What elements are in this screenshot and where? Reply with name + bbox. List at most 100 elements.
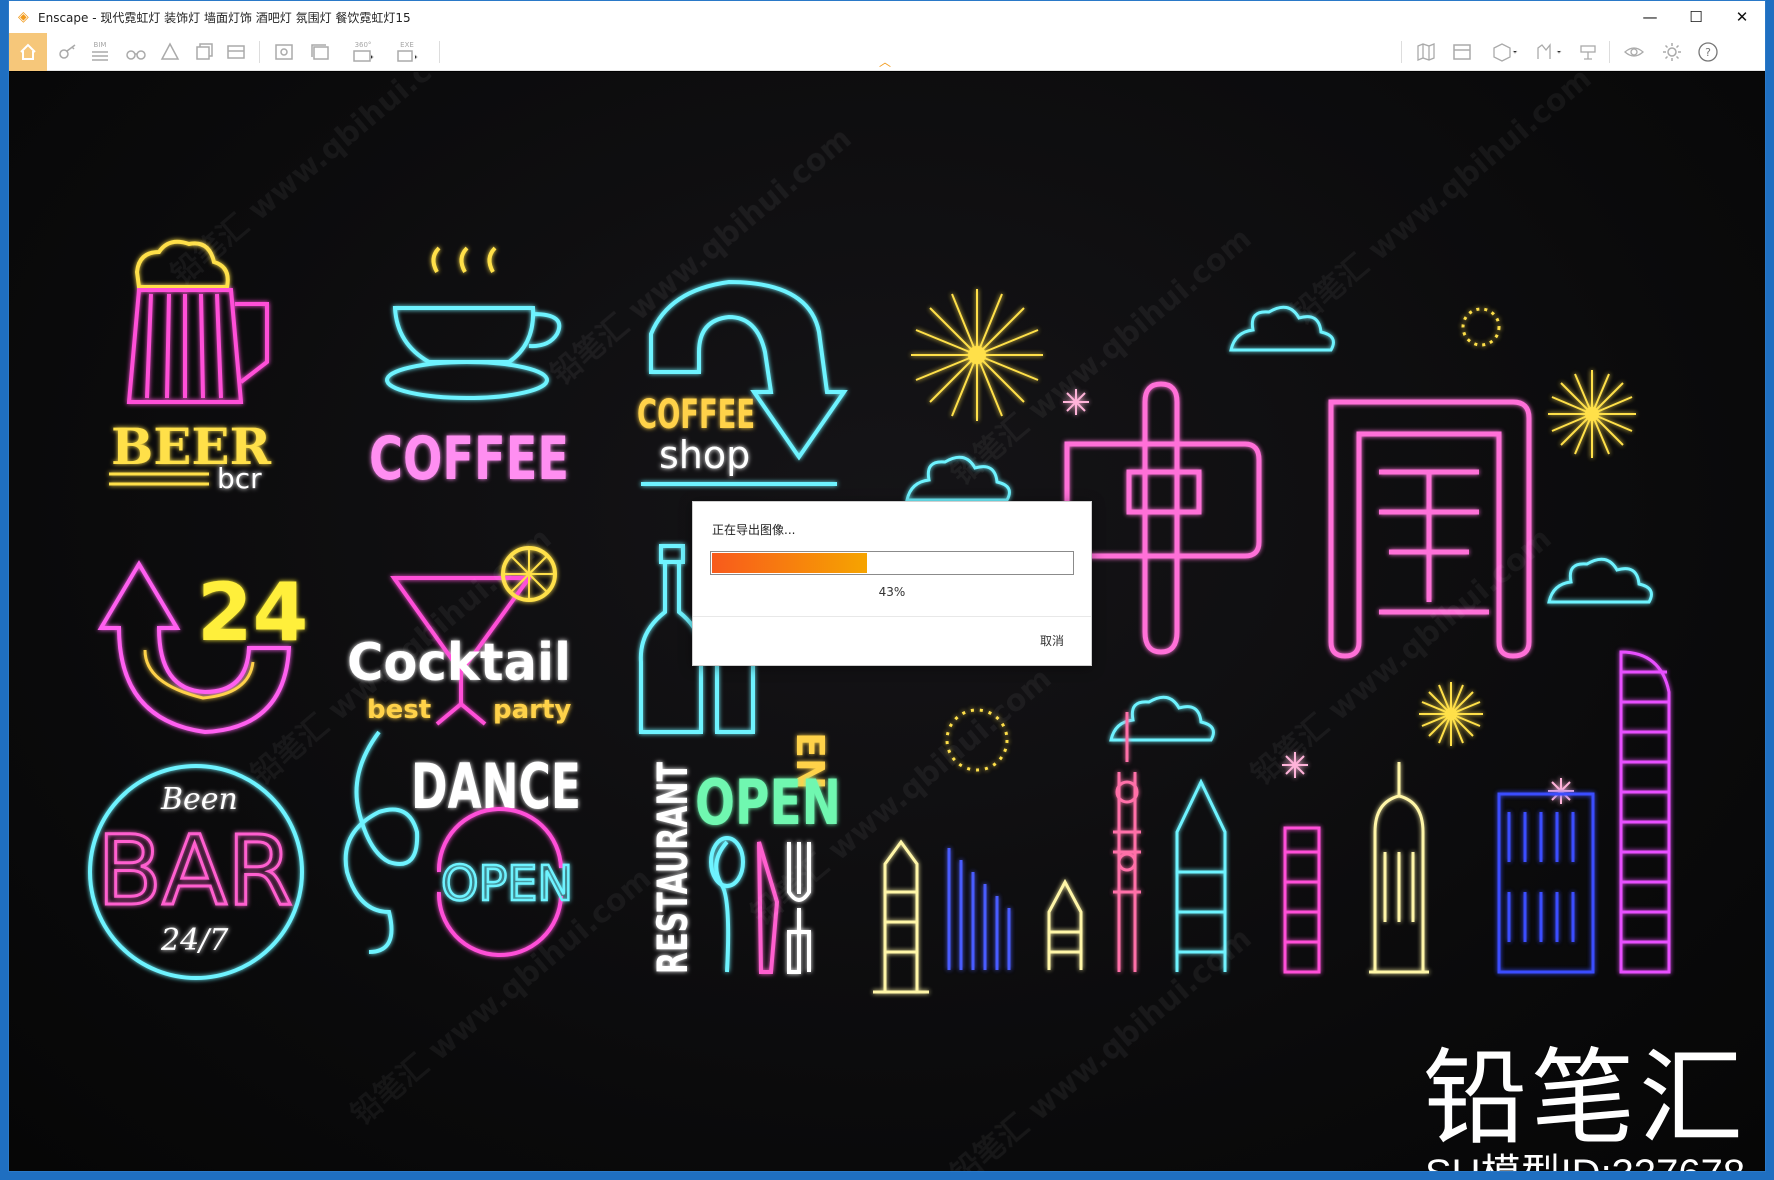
map-icon (1417, 43, 1435, 61)
restaurant-open-text: OPEN (695, 766, 841, 839)
beer-underline (109, 472, 209, 486)
coffee-sign: COFFEE (369, 246, 569, 494)
coffee-shop-sub: shop (659, 433, 750, 477)
coffee-shop-title: COFFEE (637, 392, 755, 438)
firework-right (1548, 370, 1636, 458)
toolbar-separator (259, 41, 260, 63)
blue-grid-building (1497, 792, 1595, 974)
panorama-label: 360° (354, 41, 372, 49)
render-image-icon (275, 44, 293, 60)
cloud-3 (1547, 557, 1653, 604)
bottle-2 (715, 662, 755, 734)
window-title: Enscape - 现代霓虹灯 装饰灯 墙面灯饰 酒吧灯 氛围灯 餐饮霓虹灯15 (38, 10, 411, 25)
saucer (385, 360, 549, 400)
zhong-stroke (1142, 381, 1180, 655)
dance-text: DANCE (411, 750, 581, 823)
toolbar-separator (1609, 41, 1610, 63)
hours-sign: 24 (97, 560, 308, 735)
exe-export-icon (397, 50, 418, 62)
toolbar-separator (439, 41, 440, 63)
home-icon (20, 43, 36, 60)
cancel-button[interactable]: 取消 (1040, 632, 1064, 649)
export-progress-bar (710, 551, 1074, 575)
view-mode-icon (1493, 43, 1518, 62)
pearl-tower (1113, 712, 1141, 972)
binoculars-icon (126, 50, 146, 60)
binoculars-button[interactable] (123, 39, 149, 65)
steam (431, 246, 497, 273)
toolbar: BIM 360° EXE ︿ ? (9, 33, 1765, 71)
asset-library-icon (1453, 44, 1471, 60)
cube-button[interactable] (157, 39, 183, 65)
exe-export-button[interactable]: EXE (387, 39, 427, 65)
brand-watermark: 铅笔汇 (1423, 1037, 1748, 1159)
atmosphere-icon (1537, 43, 1562, 59)
exe-label: EXE (400, 41, 414, 49)
coffee-cup (392, 306, 562, 364)
model-id-text: SU模型ID:337678 (1425, 1154, 1745, 1171)
batch-render-button[interactable] (307, 39, 333, 65)
export-progress-dialog: 正在导出图像... 43% 取消 (692, 501, 1092, 666)
pearl-ball-2 (1117, 852, 1137, 872)
gear-button[interactable] (1659, 39, 1685, 65)
restaurant-text: RESTAURANT (648, 762, 697, 974)
help-icon: ? (1698, 42, 1718, 62)
title-bar: ◈ Enscape - 现代霓虹灯 装饰灯 墙面灯饰 酒吧灯 氛围灯 餐饮霓虹灯… (9, 1, 1765, 33)
asset-library-button[interactable] (1449, 39, 1475, 65)
dialog-divider (693, 616, 1091, 617)
visual-settings-icon (1624, 47, 1644, 57)
export-status-text: 正在导出图像... (712, 523, 796, 537)
enscape-window: ◈ Enscape - 现代霓虹灯 装饰灯 墙面灯饰 酒吧灯 氛围灯 餐饮霓虹灯… (8, 0, 1766, 1172)
sequence-icon (227, 45, 245, 59)
minimize-button[interactable]: — (1627, 1, 1673, 33)
cocktail-party: party (493, 695, 571, 725)
layers-button[interactable] (191, 39, 217, 65)
atmosphere-button[interactable] (1529, 39, 1569, 65)
bar-text: BAR (97, 815, 293, 927)
export-progress-percent: 43% (878, 585, 906, 599)
bar-sign: Been BAR 24/7 (88, 764, 304, 980)
pagoda-tower (873, 839, 929, 994)
bim-icon (92, 51, 108, 61)
beer-sub-text: bcr (217, 462, 262, 495)
dome-tower (1369, 762, 1429, 974)
view-mode-button[interactable] (1485, 39, 1525, 65)
dance-sign: DANCE OPEN (343, 730, 581, 957)
settings-button[interactable] (1575, 39, 1601, 65)
collapse-chevron-icon[interactable]: ︿ (879, 53, 891, 70)
layers-icon (196, 43, 213, 60)
render-image-button[interactable] (271, 39, 297, 65)
zhong-box (1064, 441, 1262, 559)
blue-bars-building (947, 848, 1011, 970)
panorama-icon (353, 50, 374, 62)
beer-mug (126, 288, 269, 404)
window-controls: — ☐ ✕ (1627, 1, 1765, 33)
panorama-button[interactable]: 360° (343, 39, 383, 65)
gear-icon (1663, 43, 1681, 61)
map-button[interactable] (1413, 39, 1439, 65)
dance-open-text: OPEN (441, 856, 573, 912)
visual-settings-button[interactable] (1621, 39, 1647, 65)
small-tower (1047, 878, 1083, 970)
maximize-button[interactable]: ☐ (1673, 1, 1719, 33)
swfc-tower (1283, 826, 1321, 974)
bim-button[interactable]: BIM (87, 39, 113, 65)
enscape-logo-icon: ◈ (18, 9, 29, 25)
bim-label: BIM (93, 41, 107, 49)
key-icon (59, 44, 76, 59)
bar-top-text: Been (160, 782, 238, 817)
export-progress-fill (712, 553, 867, 573)
spoon-icon (714, 840, 731, 973)
settings-icon (1580, 45, 1596, 60)
shanghai-tower (1619, 650, 1671, 974)
coffee-shop-sign: COFFEE shop (637, 279, 848, 486)
toolbar-separator (1401, 41, 1402, 63)
sequence-button[interactable] (223, 39, 249, 65)
home-button[interactable] (9, 33, 47, 71)
treble-clef-icon (343, 730, 420, 954)
key-button[interactable] (55, 39, 81, 65)
close-button[interactable]: ✕ (1719, 1, 1765, 33)
cube-icon (160, 42, 180, 60)
coffee-text: COFFEE (369, 424, 569, 494)
help-button[interactable]: ? (1695, 39, 1721, 65)
